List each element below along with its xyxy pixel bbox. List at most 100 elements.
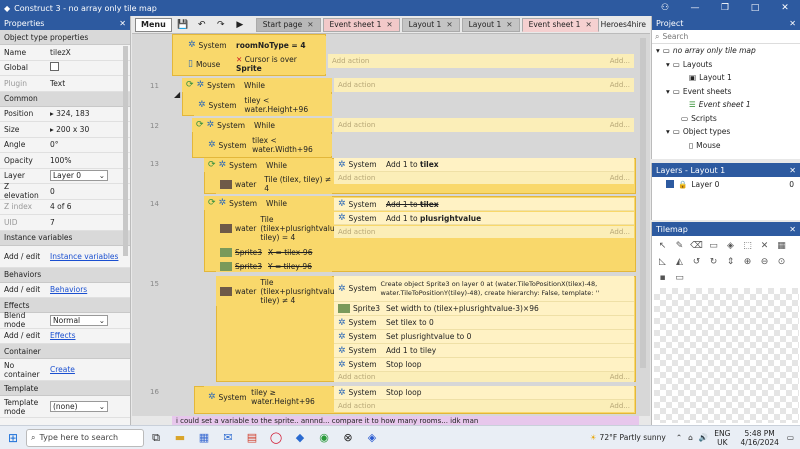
rectangle-icon[interactable]: ▭ [705,238,722,254]
construct-icon[interactable]: ◈ [360,428,384,448]
mirror-icon[interactable]: ◭ [671,254,688,270]
action-row[interactable]: ✲ System Add 1 to tilex [334,158,634,172]
section-container[interactable]: Container [0,344,130,359]
event-sheet-scrollbar[interactable] [640,38,646,368]
event-comment[interactable]: i could set a variable to the sprite.. a… [172,416,639,425]
position-field[interactable]: ▸ 324, 183 [46,109,130,118]
project-search[interactable]: ⌕ [652,30,800,44]
section-common[interactable]: Common [0,91,130,107]
action-row[interactable]: ✲ System Create object Sprite3 on layer 0… [334,276,634,302]
action-row-disabled[interactable]: ✲ System Add 1 to tilex [334,198,634,211]
task-view-icon[interactable]: ⧉ [144,428,168,448]
condition-row[interactable]: ✲ System roomNoType = 4 [184,36,326,54]
play-icon[interactable]: ▶ [232,18,248,32]
rotate-left-icon[interactable]: ↺ [688,254,705,270]
flip-icon[interactable]: ⇕ [722,254,739,270]
chrome-icon[interactable]: ◉ [312,428,336,448]
condition-row[interactable]: water Tile (tilex+plusrightvalue, tiley)… [216,276,342,306]
tab-start-page[interactable]: Start page ✕ [255,17,321,32]
tab-layout-1[interactable]: Layout 1 ✕ [401,17,460,32]
effects-link[interactable]: Effects [50,331,76,340]
instance-variables-link[interactable]: Instance variables [50,252,118,261]
condition-row[interactable]: water Tile (tilex+plusrightvalue, tiley)… [216,212,342,244]
tree-item-mouse[interactable]: ▯ Mouse [652,139,800,153]
blend-mode-select[interactable]: Normal ⌄ [50,314,108,326]
language-indicator[interactable]: ENG UK [714,429,730,447]
save-icon[interactable]: ▪ [654,270,671,286]
angle-field[interactable]: 0° [46,140,130,149]
tree-root[interactable]: ▾ ▭ no array only tile map [652,44,800,58]
properties-scrollbar[interactable] [123,46,128,256]
xbox-icon[interactable]: ⊗ [336,428,360,448]
eraser-icon[interactable]: ⌫ [688,238,705,254]
network-icon[interactable]: ⌂ [688,433,693,442]
tileset-preview[interactable] [654,288,799,423]
close-button[interactable]: ✕ [770,0,800,16]
layer-select[interactable]: Layer 0 ⌄ [50,170,108,182]
lock-icon[interactable]: 🔒 [678,180,687,189]
action-row[interactable]: ✲ System Add 1 to tiley [334,344,634,358]
section-instance-variables[interactable]: Instance variables [0,230,130,246]
close-icon[interactable]: ✕ [756,238,773,254]
condition-row[interactable]: ✲ System tiley ≥ water.Height+96 [204,386,332,408]
redo-icon[interactable]: ↷ [213,18,229,32]
condition-row-disabled[interactable]: Sprite3 Y = tiley-96 [216,260,332,272]
section-object-type[interactable]: Object type properties [0,30,130,45]
add-action-link[interactable]: Add action Add... [334,400,634,412]
tab-event-sheet-1-active[interactable]: Event sheet 1 ✕ [521,17,599,32]
add-action-link[interactable]: Add action Add... [334,172,634,184]
opera-icon[interactable]: ◯ [264,428,288,448]
size-field[interactable]: ▸ 200 x 30 [46,125,130,134]
close-icon[interactable]: ✕ [789,19,796,28]
behaviors-link[interactable]: Behaviors [50,285,87,294]
zoom-out-icon[interactable]: ⊖ [756,254,773,270]
maximize-button[interactable]: □ [740,0,770,16]
tree-item-event-sheet-1[interactable]: ☰ Event sheet 1 [652,98,800,112]
condition-row[interactable]: ⟳ ✲ System While [182,78,332,92]
z-elevation-field[interactable]: 0 [46,187,130,196]
tree-item-layouts[interactable]: ▾ ▭ Layouts [652,58,800,72]
collapse-icon[interactable]: ◢ [174,90,180,99]
condition-row[interactable]: water Tile (tilex, tiley) ≠ 4 [216,174,332,194]
windows-start-icon[interactable]: ⊞ [0,431,26,445]
box-select-icon[interactable]: ⬚ [739,238,756,254]
user-name[interactable]: Heroes4hire [601,20,646,29]
store-icon[interactable]: ▦ [192,428,216,448]
tab-event-sheet-1[interactable]: Event sheet 1 ✕ [322,17,400,32]
create-container-link[interactable]: Create [50,365,75,374]
condition-row[interactable]: ⟳ ✲ System While [204,196,332,210]
project-search-input[interactable] [662,32,783,41]
save-icon[interactable]: 💾 [175,18,191,32]
condition-row[interactable]: ✲ System tilex < water.Width+96 [204,134,332,156]
global-checkbox[interactable] [50,62,59,72]
triangle-icon[interactable]: ◺ [654,254,671,270]
condition-row[interactable]: ▯ Mouse ✕ Cursor is over Sprite [184,54,326,74]
notification-icon[interactable]: ▭ [787,433,794,442]
action-row[interactable]: ✲ System Stop loop [334,386,634,400]
tree-item-layout-1[interactable]: ▣ Layout 1 [652,71,800,85]
add-action-link[interactable]: Add action Add... [328,54,634,68]
weather-text[interactable]: 72°F Partly sunny [600,433,666,442]
name-field[interactable]: tilezX [46,48,130,57]
rotate-right-icon[interactable]: ↻ [705,254,722,270]
share-icon[interactable]: ⚇ [650,0,680,16]
zoom-in-icon[interactable]: ⊕ [739,254,756,270]
pointer-icon[interactable]: ↖ [654,238,671,254]
action-row[interactable]: ✲ System Set tilex to 0 [334,316,634,330]
zoom-reset-icon[interactable]: ⊙ [773,254,790,270]
tree-item-scripts[interactable]: ▭ Scripts [652,112,800,126]
tab-layout-1-second[interactable]: Layout 1 ✕ [461,17,520,32]
taskbar-search[interactable]: ⌕ Type here to search [26,428,144,447]
opacity-field[interactable]: 100% [46,156,130,165]
volume-icon[interactable]: 🔊 [699,433,708,442]
pencil-icon[interactable]: ✎ [671,238,688,254]
clock[interactable]: 5:48 PM 4/16/2024 [740,429,778,447]
undo-icon[interactable]: ↶ [194,18,210,32]
mail-icon[interactable]: ✉ [216,428,240,448]
dropbox-icon[interactable]: ◆ [288,428,312,448]
fill-icon[interactable]: ◈ [722,238,739,254]
condition-row[interactable]: ⟳ ✲ System While [204,158,332,172]
template-mode-select[interactable]: (none) ⌄ [50,401,108,412]
close-icon[interactable]: ✕ [119,19,126,28]
add-action-link[interactable]: Add action Add... [334,78,634,92]
